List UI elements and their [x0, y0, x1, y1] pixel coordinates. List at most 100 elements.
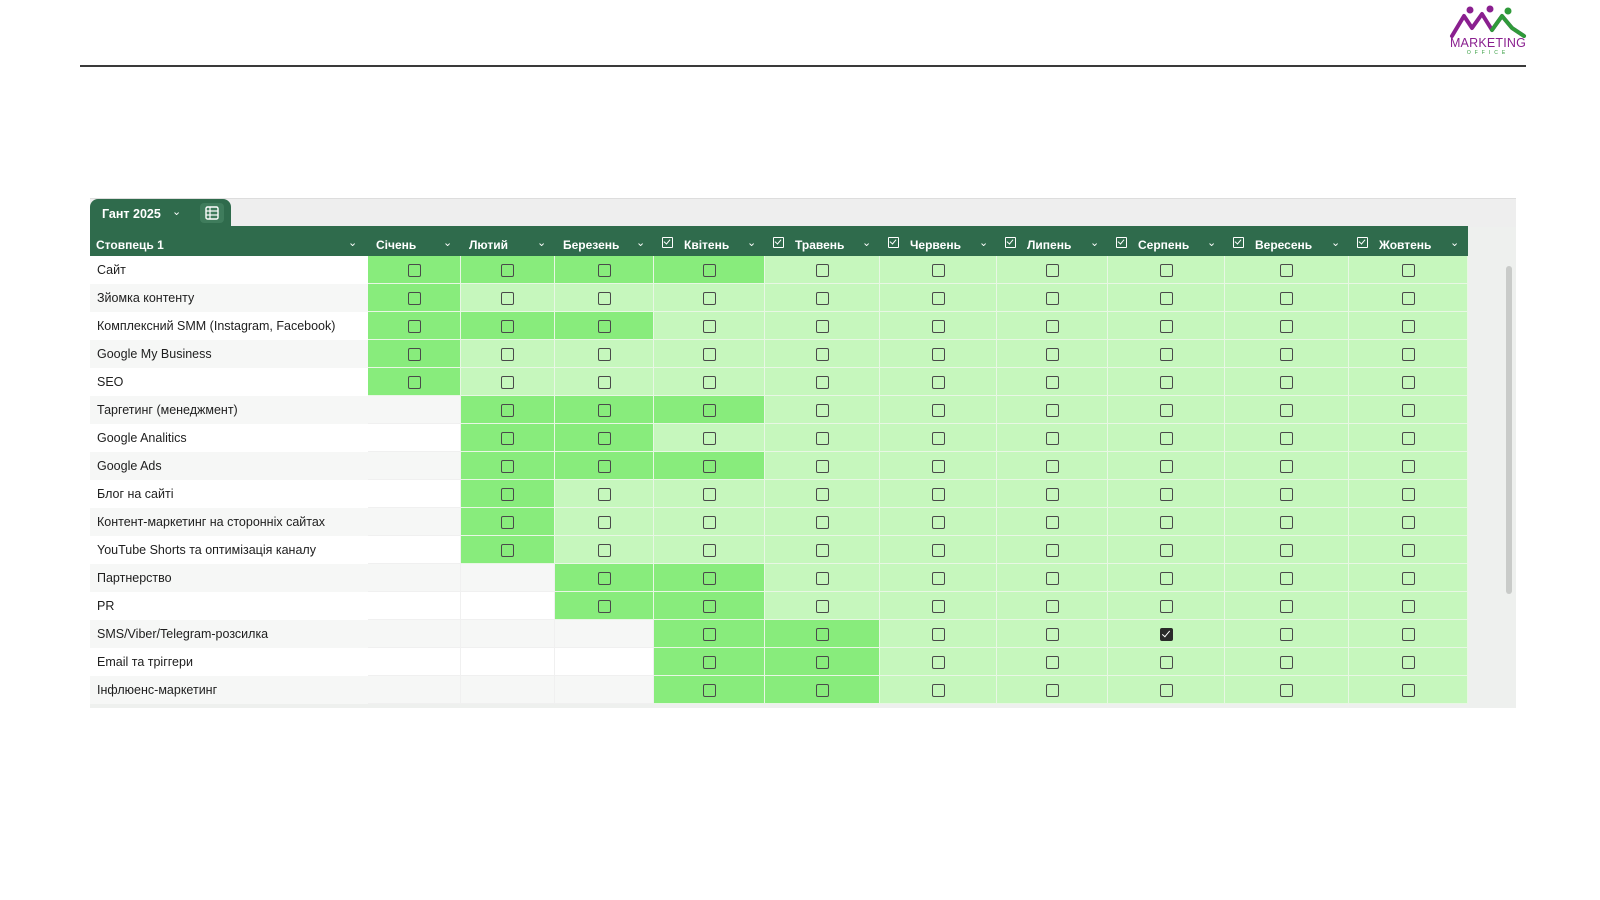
- checkbox[interactable]: [1280, 460, 1293, 473]
- checkbox[interactable]: [1280, 488, 1293, 501]
- column-header-month[interactable]: Березень ⌄: [555, 226, 654, 256]
- gantt-cell[interactable]: [997, 480, 1108, 508]
- gantt-cell[interactable]: [654, 340, 765, 368]
- checkbox[interactable]: [816, 404, 829, 417]
- checkbox[interactable]: [932, 292, 945, 305]
- checkbox[interactable]: [1046, 572, 1059, 585]
- gantt-cell[interactable]: [555, 424, 654, 452]
- gantt-cell[interactable]: [880, 396, 997, 424]
- checkbox[interactable]: [703, 544, 716, 557]
- checkbox[interactable]: [1046, 404, 1059, 417]
- gantt-cell[interactable]: [461, 424, 555, 452]
- gantt-cell[interactable]: [1108, 340, 1225, 368]
- checkbox[interactable]: [932, 348, 945, 361]
- chevron-down-icon[interactable]: ⌄: [636, 236, 645, 249]
- checkbox[interactable]: [598, 264, 611, 277]
- checkbox[interactable]: [1160, 488, 1173, 501]
- gantt-cell[interactable]: [1349, 536, 1468, 564]
- gantt-cell[interactable]: [654, 424, 765, 452]
- checkbox[interactable]: [703, 628, 716, 641]
- gantt-cell[interactable]: [461, 536, 555, 564]
- checkbox[interactable]: [1046, 292, 1059, 305]
- gantt-cell[interactable]: [765, 620, 880, 648]
- gantt-cell[interactable]: [1349, 620, 1468, 648]
- checkbox[interactable]: [501, 516, 514, 529]
- checkbox[interactable]: [816, 516, 829, 529]
- gantt-cell[interactable]: [368, 368, 461, 396]
- gantt-cell[interactable]: [654, 508, 765, 536]
- gantt-cell[interactable]: [461, 284, 555, 312]
- checkbox[interactable]: [1160, 460, 1173, 473]
- gantt-cell[interactable]: [461, 452, 555, 480]
- chevron-down-icon[interactable]: ⌄: [979, 236, 988, 249]
- gantt-cell[interactable]: [880, 368, 997, 396]
- column-header-month[interactable]: Липень ⌄: [997, 226, 1108, 256]
- gantt-cell[interactable]: [880, 536, 997, 564]
- gantt-cell[interactable]: [461, 312, 555, 340]
- checkbox[interactable]: [598, 600, 611, 613]
- gantt-cell[interactable]: [1349, 676, 1468, 704]
- gantt-cell[interactable]: [1108, 256, 1225, 284]
- gantt-cell[interactable]: [765, 564, 880, 592]
- checkbox[interactable]: [1402, 628, 1415, 641]
- checkbox[interactable]: [598, 376, 611, 389]
- checkbox[interactable]: [1160, 684, 1173, 697]
- gantt-cell[interactable]: [765, 452, 880, 480]
- gantt-cell[interactable]: [368, 284, 461, 312]
- sheet-tab[interactable]: Гант 2025 ⌄: [90, 199, 231, 227]
- gantt-cell[interactable]: [654, 676, 765, 704]
- gantt-cell[interactable]: [1225, 256, 1349, 284]
- gantt-cell[interactable]: [654, 368, 765, 396]
- checkbox[interactable]: [1402, 460, 1415, 473]
- checkbox[interactable]: [1280, 544, 1293, 557]
- checkbox[interactable]: [1160, 572, 1173, 585]
- gantt-cell[interactable]: [1225, 536, 1349, 564]
- gantt-cell[interactable]: [368, 312, 461, 340]
- checkbox[interactable]: [1046, 348, 1059, 361]
- checkbox[interactable]: [598, 488, 611, 501]
- checkbox[interactable]: [1160, 404, 1173, 417]
- gantt-cell[interactable]: [1349, 452, 1468, 480]
- gantt-cell[interactable]: [555, 396, 654, 424]
- checkbox[interactable]: [1160, 432, 1173, 445]
- gantt-cell[interactable]: [654, 620, 765, 648]
- checkbox[interactable]: [816, 292, 829, 305]
- gantt-cell[interactable]: [1108, 676, 1225, 704]
- gantt-cell[interactable]: [1225, 312, 1349, 340]
- gantt-cell[interactable]: [555, 312, 654, 340]
- gantt-cell[interactable]: [1349, 284, 1468, 312]
- checkbox[interactable]: [703, 320, 716, 333]
- checkbox[interactable]: [816, 544, 829, 557]
- checkbox[interactable]: [703, 292, 716, 305]
- gantt-cell[interactable]: [997, 340, 1108, 368]
- gantt-cell[interactable]: [555, 256, 654, 284]
- checkbox[interactable]: [598, 348, 611, 361]
- checkbox[interactable]: [598, 292, 611, 305]
- gantt-cell[interactable]: [765, 676, 880, 704]
- gantt-cell[interactable]: [997, 256, 1108, 284]
- checkbox[interactable]: [501, 404, 514, 417]
- checkbox[interactable]: [816, 320, 829, 333]
- gantt-cell[interactable]: [765, 340, 880, 368]
- checkbox[interactable]: [703, 656, 716, 669]
- gantt-cell[interactable]: [880, 480, 997, 508]
- column-header-month[interactable]: Жовтень ⌄: [1349, 226, 1468, 256]
- chevron-down-icon[interactable]: ⌄: [1450, 236, 1459, 249]
- checkbox[interactable]: [1160, 264, 1173, 277]
- gantt-cell[interactable]: [654, 396, 765, 424]
- gantt-cell[interactable]: [1108, 368, 1225, 396]
- checkbox[interactable]: [1402, 544, 1415, 557]
- checkbox[interactable]: [501, 432, 514, 445]
- gantt-cell[interactable]: [555, 508, 654, 536]
- checkbox[interactable]: [1160, 600, 1173, 613]
- checkbox[interactable]: [932, 544, 945, 557]
- gantt-cell[interactable]: [997, 592, 1108, 620]
- checkbox[interactable]: [932, 460, 945, 473]
- gantt-cell[interactable]: [1225, 480, 1349, 508]
- gantt-cell[interactable]: [765, 256, 880, 284]
- gantt-cell[interactable]: [654, 564, 765, 592]
- checkbox[interactable]: [1160, 544, 1173, 557]
- gantt-cell[interactable]: [1108, 452, 1225, 480]
- chevron-down-icon[interactable]: ⌄: [747, 236, 756, 249]
- checkbox[interactable]: [1280, 516, 1293, 529]
